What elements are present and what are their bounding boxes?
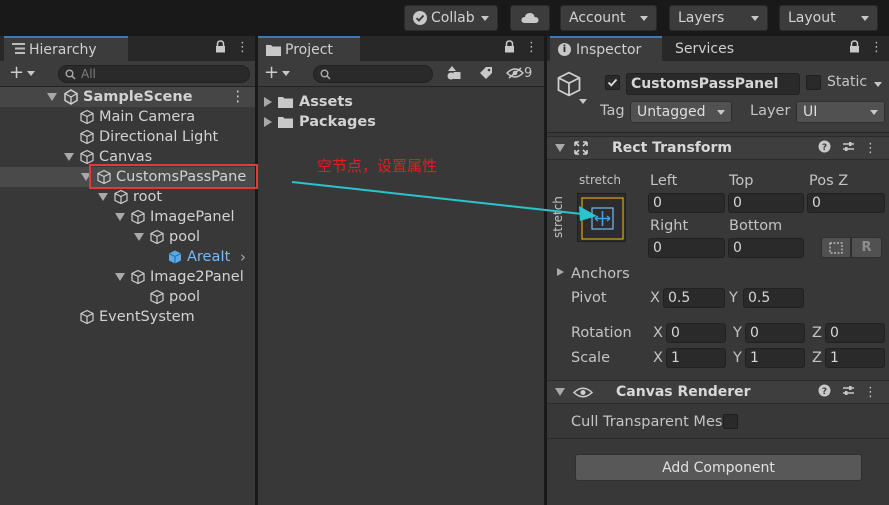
annotation-arrow [291,181,597,221]
